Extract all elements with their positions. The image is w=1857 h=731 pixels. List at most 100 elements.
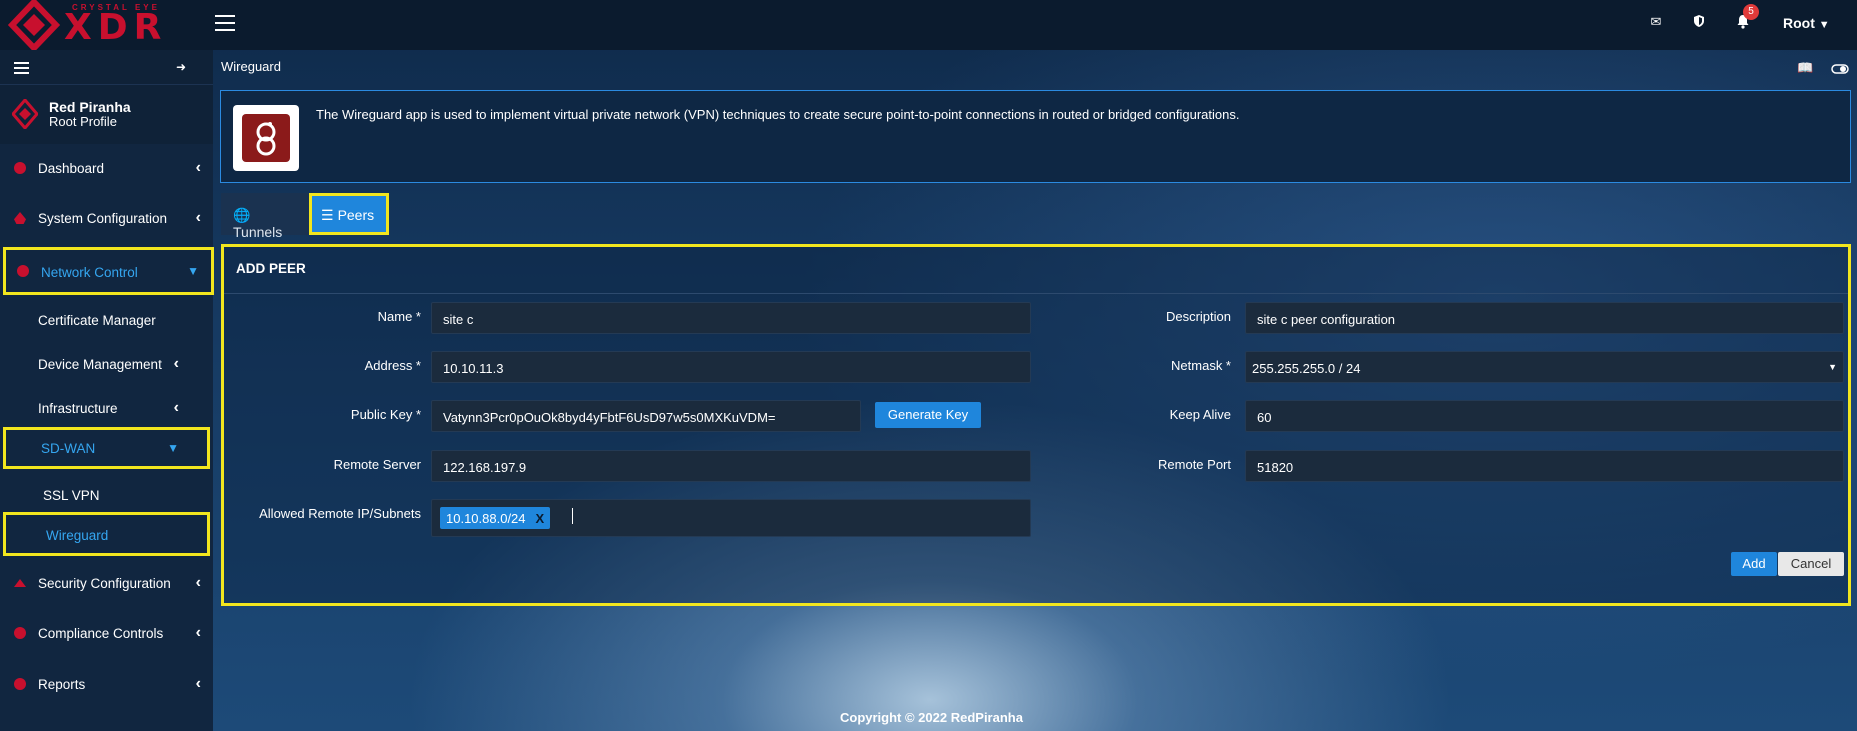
sidebar-item-reports[interactable]: Reports ‹ (0, 664, 213, 704)
remote-port-label: Remote Port (1158, 457, 1231, 472)
public-key-field[interactable]: Vatynn3Pcr0pOuOk8byd4yFbtF6UsD97w5s0MXKu… (431, 400, 861, 432)
globe-icon: 🌐 (233, 207, 251, 223)
toggle-icon[interactable] (1831, 60, 1849, 75)
allowed-subnets-input[interactable]: 10.10.88.0/24 X (431, 499, 1031, 537)
sidebar-item-label: Device Management (38, 357, 162, 372)
address-field[interactable]: 10.10.11.3 (431, 351, 1031, 383)
notification-count-badge: 5 (1743, 4, 1759, 20)
remote-server-label: Remote Server (333, 457, 421, 472)
profile-logo-icon (12, 99, 38, 129)
logo[interactable]: CRYSTAL EYE XDR (8, 0, 180, 50)
user-name: Root (1783, 15, 1815, 31)
sidebar-item-label: SSL VPN (43, 488, 100, 503)
book-icon[interactable]: 📖 (1797, 60, 1813, 75)
sidebar-item-label: Certificate Manager (38, 313, 156, 328)
chevron-left-icon: ‹ (173, 355, 179, 372)
sidebar-item-sd-wan[interactable]: SD-WAN ▼ (3, 427, 210, 469)
page-tools: 📖 (1797, 60, 1849, 76)
chevron-left-icon: ‹ (195, 159, 201, 176)
security-icon (14, 579, 26, 587)
description-label: Description (1165, 309, 1231, 324)
panel-title: ADD PEER (236, 261, 306, 276)
remote-port-field[interactable]: 51820 (1245, 450, 1844, 482)
dropdown-arrow-icon: ▼ (1828, 362, 1837, 372)
sidebar-item-dashboard[interactable]: Dashboard ‹ (0, 148, 213, 188)
sidebar-item-label: System Configuration (38, 211, 168, 226)
remove-tag-icon[interactable]: X (536, 511, 545, 526)
network-icon (17, 265, 29, 277)
name-field[interactable]: site c (431, 302, 1031, 334)
description-field[interactable]: site c peer configuration (1245, 302, 1844, 334)
sidebar-item-certificate-manager[interactable]: Certificate Manager (0, 300, 213, 340)
dashboard-icon (14, 162, 26, 174)
chevron-down-icon: ▼ (187, 264, 199, 278)
sidebar-item-ssl-vpn[interactable]: SSL VPN (0, 475, 213, 515)
remote-server-field[interactable]: 122.168.197.9 (431, 450, 1031, 482)
tab-tunnels[interactable]: 🌐Tunnels (221, 193, 309, 240)
cancel-button[interactable]: Cancel (1778, 552, 1844, 576)
divider (224, 293, 1848, 294)
chevron-left-icon: ‹ (173, 399, 179, 416)
keep-alive-field[interactable]: 60 (1245, 400, 1844, 432)
sidebar: ➜ Red Piranha Root Profile Dashboard ‹ S… (0, 50, 214, 731)
crystal-eye-logo-icon (8, 0, 60, 50)
sidebar-item-infrastructure[interactable]: Infrastructure ‹ (0, 388, 213, 428)
wireguard-logo (233, 105, 299, 171)
sidebar-toolbar: ➜ (0, 50, 213, 84)
logout-icon[interactable]: ➜ (176, 60, 186, 74)
wireguard-icon (242, 114, 290, 162)
keep-alive-label: Keep Alive (1169, 407, 1231, 422)
add-peer-panel: ADD PEER Name * site c Address * 10.10.1… (221, 244, 1851, 606)
app-info-box: The Wireguard app is used to implement v… (220, 90, 1851, 183)
user-menu[interactable]: Root ▼ (1783, 15, 1830, 31)
chevron-left-icon: ‹ (195, 574, 201, 591)
reports-icon (14, 678, 26, 690)
shield-icon[interactable] (1691, 14, 1707, 30)
home-icon (14, 212, 26, 224)
top-bar: CRYSTAL EYE XDR ✉ 5 Root ▼ (0, 0, 1857, 50)
tab-peers[interactable]: ☰ Peers (309, 193, 389, 235)
address-label: Address * (364, 358, 421, 373)
profile-name: Red Piranha (49, 99, 131, 115)
chevron-down-icon: ▼ (167, 441, 179, 455)
app-description: The Wireguard app is used to implement v… (316, 107, 1240, 122)
sidebar-item-label: Network Control (41, 265, 138, 280)
sidebar-item-network-control[interactable]: Network Control ▼ (3, 247, 214, 295)
tab-label: Tunnels (233, 224, 283, 240)
sidebar-item-label: SD-WAN (41, 441, 96, 456)
netmask-select[interactable]: 255.255.255.0 / 24 ▼ (1245, 351, 1844, 383)
list-icon: ☰ (321, 207, 334, 223)
sidebar-item-label: Infrastructure (38, 401, 118, 416)
menu-toggle-icon[interactable] (215, 15, 235, 33)
sidebar-item-label: Dashboard (38, 161, 105, 176)
sidebar-item-wireguard[interactable]: Wireguard (3, 512, 210, 556)
sidebar-collapse-icon[interactable] (14, 62, 29, 77)
mail-icon[interactable]: ✉ (1648, 14, 1664, 30)
allowed-subnets-label: Allowed Remote IP/Subnets (259, 506, 421, 521)
text-cursor (572, 508, 573, 524)
public-key-label: Public Key * (350, 407, 421, 422)
sidebar-item-compliance-controls[interactable]: Compliance Controls ‹ (0, 613, 213, 653)
chevron-left-icon: ‹ (195, 624, 201, 641)
sidebar-item-system-configuration[interactable]: System Configuration ‹ (0, 198, 213, 238)
name-label: Name * (377, 309, 421, 324)
copyright-footer: Copyright © 2022 RedPiranha (840, 710, 1023, 725)
sidebar-item-device-management[interactable]: Device Management ‹ (0, 344, 213, 384)
add-button[interactable]: Add (1731, 552, 1777, 576)
subnet-tag: 10.10.88.0/24 X (440, 507, 551, 529)
sidebar-item-label: Compliance Controls (38, 626, 164, 641)
compliance-icon (14, 627, 26, 639)
tab-label: Peers (337, 207, 375, 223)
profile-block: Red Piranha Root Profile (0, 84, 213, 144)
chevron-left-icon: ‹ (195, 675, 201, 692)
chevron-down-icon: ▼ (1818, 19, 1830, 31)
subnet-tag-label: 10.10.88.0/24 (446, 511, 526, 526)
sidebar-item-label: Security Configuration (38, 576, 171, 591)
generate-key-button[interactable]: Generate Key (875, 402, 981, 428)
sidebar-item-label: Wireguard (46, 528, 109, 543)
breadcrumb-bar: Wireguard 📖 (213, 50, 1857, 84)
sidebar-item-security-configuration[interactable]: Security Configuration ‹ (0, 563, 213, 603)
netmask-value: 255.255.255.0 / 24 (1252, 361, 1361, 376)
sidebar-item-label: Reports (38, 677, 86, 692)
chevron-left-icon: ‹ (195, 209, 201, 226)
